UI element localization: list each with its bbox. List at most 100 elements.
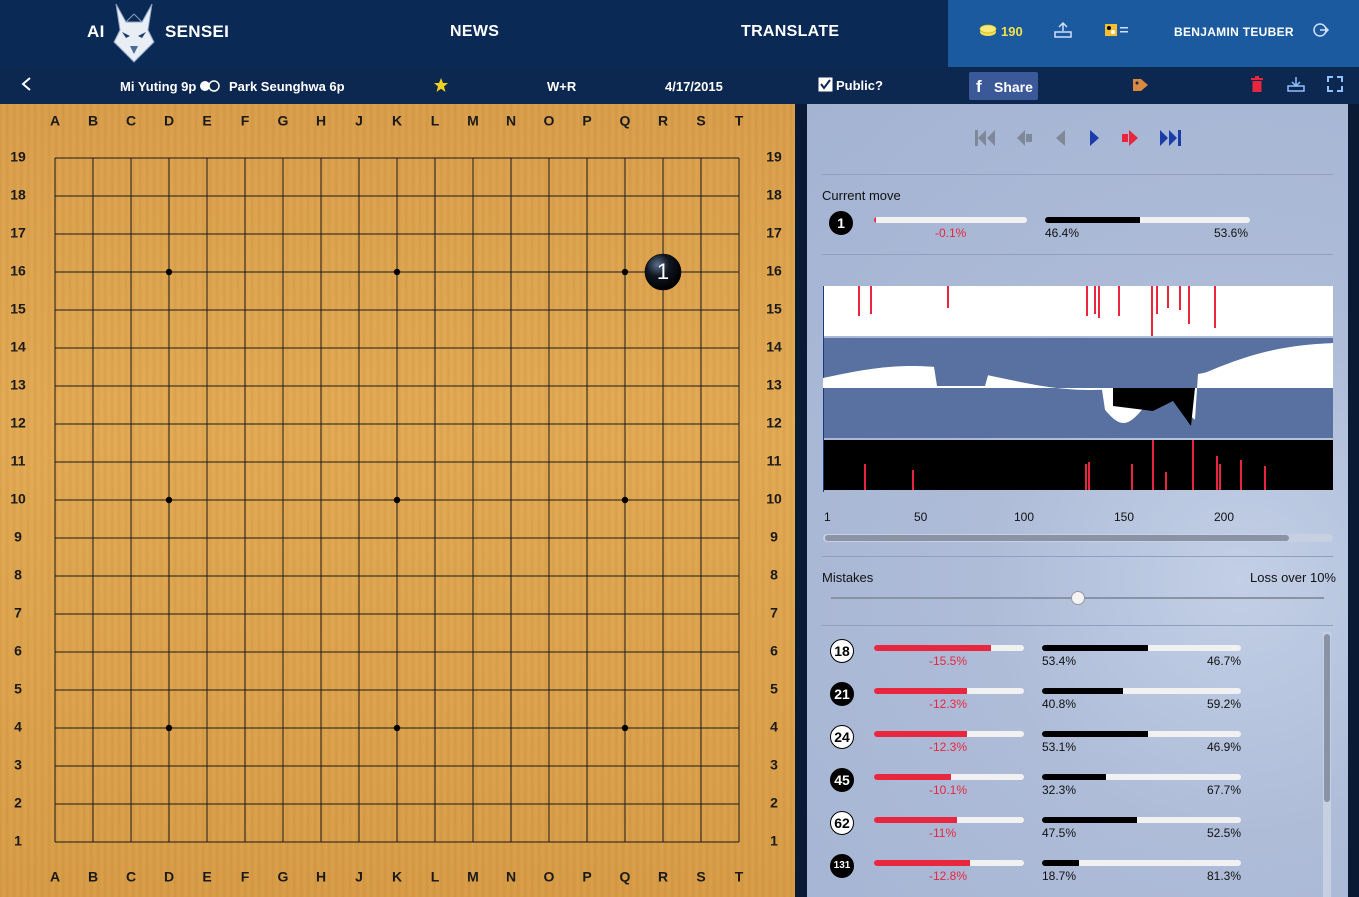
- black-mistake-marker: [1165, 472, 1167, 490]
- graph-scrollbar[interactable]: [823, 534, 1333, 542]
- row-label: 12: [10, 415, 26, 431]
- first-move-icon[interactable]: [974, 128, 996, 153]
- row-label: 7: [770, 605, 778, 621]
- star-point: [165, 496, 173, 504]
- mistake-move-stone: 21: [830, 682, 854, 706]
- mistake-row[interactable]: 45 -10.1% 32.3% 67.7%: [807, 768, 1317, 808]
- mistake-black-winrate: 53.1%: [1042, 740, 1077, 754]
- game-list-icon[interactable]: [1104, 22, 1132, 41]
- column-label: D: [164, 869, 174, 885]
- mistake-list-scrollbar[interactable]: [1323, 632, 1331, 897]
- mistake-move-stone: 45: [830, 768, 854, 792]
- favorite-star-icon[interactable]: [433, 77, 449, 96]
- mistake-row[interactable]: 24 -12.3% 53.1% 46.9%: [807, 725, 1317, 765]
- divider: [822, 254, 1333, 255]
- threshold-slider-handle[interactable]: [1070, 591, 1085, 605]
- white-mistake-marker: [1179, 286, 1181, 310]
- previous-move-icon[interactable]: [1053, 128, 1067, 153]
- column-label: T: [735, 869, 744, 885]
- row-label: 9: [14, 529, 22, 545]
- row-label: 9: [770, 529, 778, 545]
- download-icon[interactable]: [1286, 76, 1306, 95]
- black-mistake-marker: [1264, 466, 1266, 490]
- row-label: 16: [10, 263, 26, 279]
- user-name[interactable]: BENJAMIN TEUBER: [1174, 25, 1294, 39]
- brand-sensei: SENSEI: [165, 22, 230, 41]
- column-label: L: [431, 869, 440, 885]
- mistake-list-scroll-thumb[interactable]: [1324, 634, 1330, 802]
- graph-tick-label: 1: [824, 510, 831, 524]
- go-board[interactable]: A A B B C C D D E E F F G G H H J J K K L L M M N N O O P P Q Q R R S S T T 19…: [0, 104, 795, 897]
- facebook-share-button[interactable]: f Share: [969, 72, 1038, 100]
- column-label: R: [658, 113, 668, 129]
- mistake-winrate-fill: [1042, 860, 1080, 866]
- threshold-slider[interactable]: [831, 591, 1324, 605]
- nav-translate[interactable]: TRANSLATE: [741, 23, 839, 41]
- delete-icon[interactable]: [1250, 76, 1264, 96]
- board-grid[interactable]: AABBCCDDEEFFGGHHJJKKLLMMNNOOPPQQRRSSTT19…: [0, 104, 795, 897]
- mistake-loss-bar: [874, 731, 1024, 737]
- logout-icon[interactable]: [1312, 22, 1330, 41]
- current-winrate-bar: [1045, 217, 1250, 223]
- winrate-graph[interactable]: [823, 286, 1333, 492]
- row-label: 18: [766, 187, 782, 203]
- white-mistake-marker: [947, 286, 949, 308]
- mistake-white-winrate: 46.7%: [1207, 654, 1242, 668]
- fullscreen-icon[interactable]: [1327, 76, 1343, 95]
- mistake-row[interactable]: 18 -15.5% 53.4% 46.7%: [807, 639, 1317, 679]
- next-move-icon[interactable]: [1088, 128, 1102, 153]
- upload-icon[interactable]: [1054, 21, 1072, 41]
- mistake-white-winrate: 67.7%: [1207, 783, 1242, 797]
- graph-tick-label: 100: [1014, 510, 1035, 524]
- star-point: [621, 496, 629, 504]
- column-label: E: [202, 869, 211, 885]
- white-mistake-marker: [870, 286, 872, 314]
- mistake-loss-bar: [874, 645, 1024, 651]
- row-label: 19: [10, 149, 26, 165]
- white-mistake-strip: [823, 286, 1333, 336]
- mistake-loss-fill: [874, 688, 967, 694]
- row-label: 15: [10, 301, 26, 317]
- black-mistake-marker: [912, 470, 914, 490]
- next-mistake-icon[interactable]: [1121, 128, 1141, 153]
- row-label: 5: [14, 681, 22, 697]
- white-mistake-marker: [1151, 286, 1153, 336]
- mistake-winrate-bar: [1042, 688, 1241, 694]
- mistake-winrate-fill: [1042, 731, 1148, 737]
- last-move-icon[interactable]: [1159, 128, 1183, 153]
- public-checkbox[interactable]: [818, 77, 833, 95]
- column-label: C: [126, 869, 136, 885]
- column-label: Q: [620, 113, 631, 129]
- mistake-winrate-fill: [1042, 645, 1149, 651]
- mistake-loss-value: -10.1%: [929, 783, 968, 797]
- column-label: L: [431, 113, 440, 129]
- mistake-row[interactable]: 21 -12.3% 40.8% 59.2%: [807, 682, 1317, 722]
- divider: [822, 174, 1333, 175]
- row-label: 8: [14, 567, 22, 583]
- graph-scroll-thumb[interactable]: [825, 535, 1290, 541]
- column-label: B: [88, 869, 98, 885]
- mistake-winrate-bar: [1042, 731, 1241, 737]
- mistakes-label: Mistakes: [822, 570, 874, 585]
- back-ten-icon[interactable]: [1014, 128, 1034, 153]
- game-result: W+R: [547, 79, 577, 94]
- tag-icon[interactable]: [1131, 77, 1151, 96]
- column-label: E: [202, 113, 211, 129]
- row-label: 4: [770, 719, 778, 735]
- row-label: 2: [14, 795, 22, 811]
- mistake-loss-bar: [874, 688, 1024, 694]
- white-mistake-marker: [1098, 286, 1100, 318]
- column-label: Q: [620, 869, 631, 885]
- mistake-loss-value: -12.3%: [929, 697, 968, 711]
- mistake-winrate-bar: [1042, 817, 1241, 823]
- black-mistake-marker: [1131, 464, 1133, 490]
- column-label: P: [582, 869, 591, 885]
- black-mistake-marker: [1219, 464, 1221, 490]
- black-mistake-marker: [1240, 460, 1242, 490]
- back-icon[interactable]: [20, 76, 32, 95]
- mistake-row[interactable]: 62 -11% 47.5% 52.5%: [807, 811, 1317, 851]
- row-label: 15: [766, 301, 782, 317]
- mistake-row[interactable]: 131 -12.8% 18.7% 81.3%: [807, 854, 1317, 894]
- nav-news[interactable]: NEWS: [450, 23, 499, 41]
- mistake-black-winrate: 47.5%: [1042, 826, 1077, 840]
